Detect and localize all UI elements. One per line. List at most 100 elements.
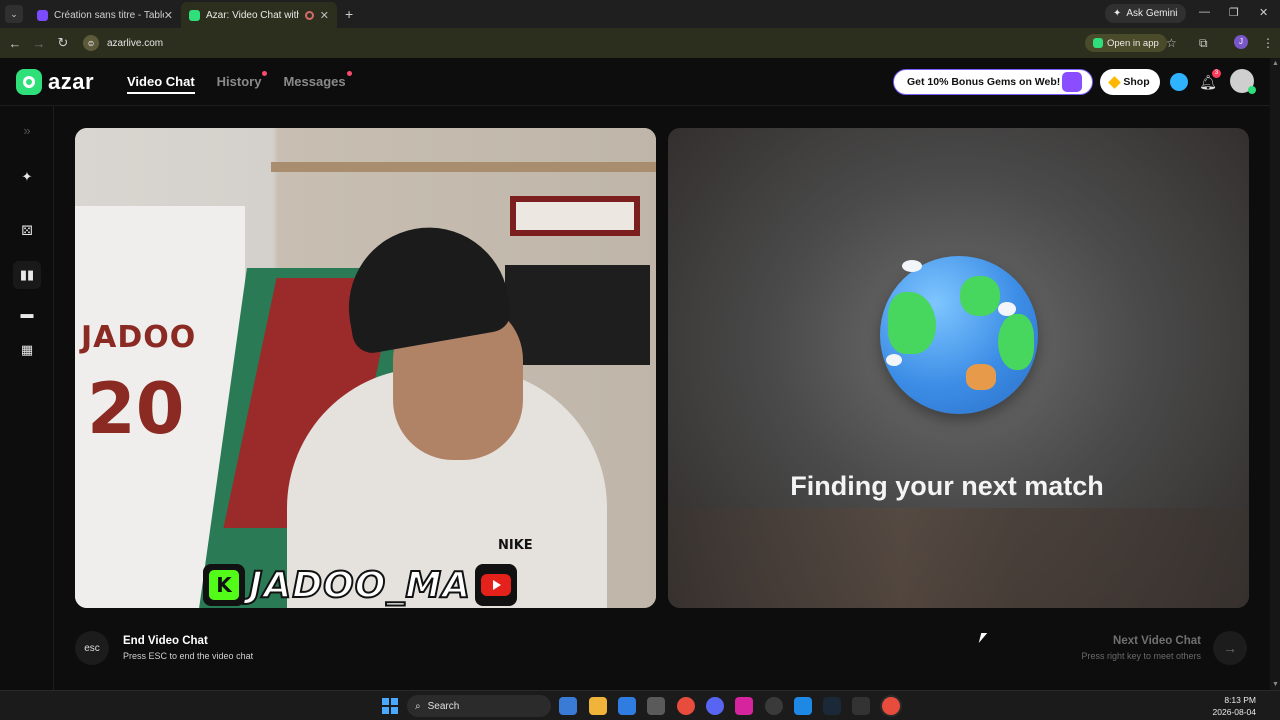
promo-label: Get 10% Bonus Gems on Web!: [907, 76, 1061, 88]
mail-app-icon[interactable]: [618, 697, 636, 715]
hoodie-brand: NIKE: [498, 538, 533, 553]
windows-start-icon[interactable]: [382, 698, 398, 714]
discord-app-icon[interactable]: [706, 697, 724, 715]
azar-favicon-icon: [189, 9, 200, 21]
extensions-icon[interactable]: ⧉: [1199, 36, 1208, 51]
next-chat-title: Next Video Chat: [1113, 635, 1201, 647]
search-icon: ⌕: [415, 700, 421, 712]
chrome-app-icon[interactable]: [677, 697, 695, 715]
bonus-gems-button[interactable]: Get 10% Bonus Gems on Web!: [893, 69, 1093, 95]
forward-icon[interactable]: →: [27, 36, 51, 51]
store-app-icon[interactable]: [647, 697, 665, 715]
recording-icon: [304, 10, 314, 20]
canva-favicon-icon: [37, 9, 48, 21]
sidebar: » ✦ ⚄ ▮▮ ▬ ▦: [0, 106, 54, 690]
globe-icon: [880, 256, 1038, 414]
expand-icon[interactable]: »: [13, 116, 41, 144]
epic-games-app-icon[interactable]: [852, 697, 870, 715]
restore-icon[interactable]: ❐: [1229, 6, 1239, 19]
scrollbar[interactable]: ▲ ▼: [1270, 58, 1280, 690]
app-header: azar Video Chat History Messages Get 10%…: [0, 58, 1270, 106]
jersey-number: 20: [87, 368, 185, 450]
end-chat-subtitle: Press ESC to end the video chat: [123, 651, 254, 661]
bell-icon[interactable]: 🔔︎ 3: [1199, 69, 1221, 91]
ask-gemini-button[interactable]: ✦ Ask Gemini: [1105, 4, 1186, 23]
user-avatar[interactable]: [1230, 69, 1256, 94]
tab-canva[interactable]: Création sans titre - Tableau bla ✕: [29, 2, 181, 28]
end-chat-title: End Video Chat: [123, 635, 208, 647]
nav-messages[interactable]: Messages: [283, 71, 352, 94]
system-clock[interactable]: 8:13 PM 2026-08-04: [1213, 694, 1256, 718]
scroll-down-icon[interactable]: ▼: [1272, 681, 1279, 688]
layout-grid-icon[interactable]: ▦: [13, 336, 41, 364]
address-bar: ← → ↻ ⊜ azarlive.com Open in app ☆ ⧉ J ⋮: [0, 28, 1280, 58]
azar-app-icon: [1093, 38, 1103, 48]
next-chat-subtitle: Press right key to meet others: [1081, 651, 1201, 661]
tab-title: Azar: Video Chat with New: [206, 9, 299, 21]
back-icon[interactable]: ←: [3, 36, 27, 51]
layout-stacked-icon[interactable]: ▬: [13, 299, 41, 327]
url-field[interactable]: ⊜ azarlive.com: [83, 35, 163, 51]
close-window-icon[interactable]: ✕: [1259, 6, 1268, 19]
youtube-logo-icon: [475, 564, 518, 606]
instagram-app-icon[interactable]: [735, 697, 753, 715]
taskbar-search[interactable]: ⌕ Search: [407, 695, 551, 717]
notification-dot: [346, 71, 352, 76]
reload-icon[interactable]: ↻: [51, 35, 75, 51]
azar-app: azar Video Chat History Messages Get 10%…: [0, 58, 1280, 690]
chat-bubble-icon[interactable]: [1170, 73, 1188, 91]
azar-logo-icon: [16, 69, 42, 95]
logo-text: azar: [48, 69, 95, 94]
gem-icon: [1108, 75, 1122, 89]
zoom-app-icon[interactable]: [794, 697, 812, 715]
kick-logo-icon: K: [203, 564, 245, 606]
minimize-icon[interactable]: —: [1199, 6, 1210, 18]
menu-icon[interactable]: ⋮: [1262, 36, 1274, 50]
gift-icon: [1062, 72, 1082, 92]
open-in-app-button[interactable]: Open in app: [1085, 34, 1167, 52]
obs-app-icon[interactable]: [765, 697, 783, 715]
magic-wand-icon[interactable]: ✦: [13, 163, 41, 191]
tab-title: Création sans titre - Tableau bla: [54, 9, 164, 21]
clock-date: 2026-08-04: [1212, 707, 1256, 717]
tab-search-icon[interactable]: ⌄: [5, 5, 23, 23]
azar-logo[interactable]: azar: [16, 69, 94, 95]
dice-icon[interactable]: ⚄: [13, 217, 41, 245]
end-chat-button[interactable]: esc: [75, 631, 109, 665]
main-nav: Video Chat History Messages: [127, 71, 352, 94]
steam-app-icon[interactable]: [823, 697, 841, 715]
nav-history[interactable]: History: [216, 71, 268, 94]
url-text: azarlive.com: [107, 37, 164, 49]
close-tab-icon[interactable]: ✕: [320, 9, 329, 22]
chrome-active-app-icon[interactable]: [882, 697, 900, 715]
scroll-up-icon[interactable]: ▲: [1272, 60, 1279, 67]
shelf: [271, 162, 656, 172]
folder-app-icon[interactable]: [589, 697, 607, 715]
site-info-icon[interactable]: ⊜: [83, 35, 99, 51]
open-in-app-label: Open in app: [1107, 37, 1159, 49]
nav-label: History: [216, 74, 262, 89]
nav-label: Video Chat: [127, 74, 195, 89]
windows-taskbar: ⌕ Search 8:13 PM 2026-08-04: [0, 690, 1280, 720]
tab-azar[interactable]: Azar: Video Chat with New ✕: [181, 2, 337, 28]
next-chat-button[interactable]: →: [1213, 631, 1247, 665]
remote-video: Finding your next match: [668, 128, 1249, 608]
layout-side-by-side-icon[interactable]: ▮▮: [13, 261, 41, 289]
notification-badge: 3: [1212, 69, 1221, 78]
new-tab-button[interactable]: +: [345, 6, 353, 22]
streamer-handle: JADOO_MA: [248, 564, 472, 607]
clock-time: 8:13 PM: [1224, 695, 1256, 705]
profile-avatar[interactable]: J: [1234, 35, 1248, 49]
wall-banner: [510, 196, 640, 236]
notification-dot: [262, 71, 268, 76]
monitor: [505, 265, 650, 365]
jersey-text: JADOO: [81, 320, 197, 355]
nav-video-chat[interactable]: Video Chat: [127, 74, 195, 94]
finding-match-text: Finding your next match: [790, 471, 1104, 501]
local-video: JADOO 20 NIKE K JADOO_MA: [75, 128, 656, 608]
bookmark-star-icon[interactable]: ☆: [1166, 36, 1177, 50]
shop-button[interactable]: Shop: [1100, 69, 1160, 95]
file-explorer-app-icon[interactable]: [559, 697, 577, 715]
close-tab-icon[interactable]: ✕: [164, 9, 173, 22]
gemini-sparkle-icon: ✦: [1113, 8, 1122, 19]
